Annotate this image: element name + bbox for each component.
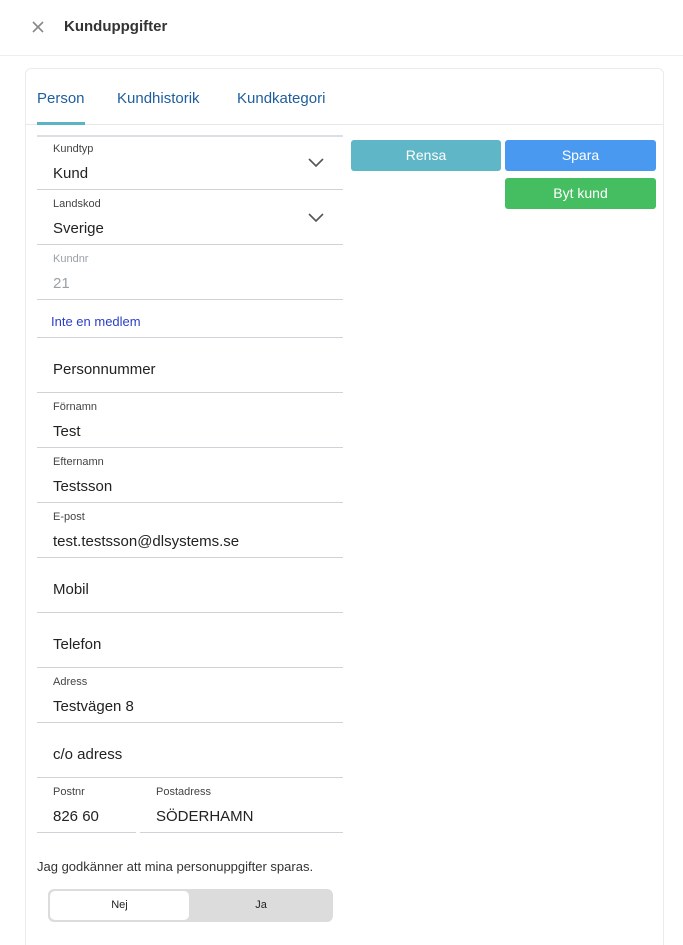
landskod-label: Landskod [53, 198, 101, 210]
postnr-field[interactable]: Postnr 826 60 [37, 778, 136, 833]
adress-field[interactable]: Adress Testvägen 8 [37, 668, 343, 723]
kundtyp-select[interactable]: Kundtyp Kund [37, 135, 343, 190]
tab-bar: Person Kundhistorik Kundkategori [26, 69, 663, 125]
consent-text: Jag godkänner att mina personuppgifter s… [37, 859, 314, 874]
chevron-down-icon[interactable] [307, 212, 325, 224]
postadress-label: Postadress [156, 786, 212, 798]
co-adress-placeholder: c/o adress [53, 746, 123, 763]
fornamn-value: Test [53, 423, 81, 440]
membership-link[interactable]: Inte en medlem [51, 314, 141, 329]
tab-kundhistorik[interactable]: Kundhistorik [117, 90, 200, 107]
page-title: Kunduppgifter [64, 18, 168, 35]
co-adress-field[interactable]: c/o adress [37, 723, 343, 778]
kundnr-label: Kundnr [53, 253, 89, 265]
fornamn-field[interactable]: Förnamn Test [37, 393, 343, 448]
personnummer-field[interactable]: Personnummer [37, 338, 343, 393]
postnr-value: 826 60 [53, 808, 99, 825]
byt-kund-button[interactable]: Byt kund [505, 178, 656, 209]
postadress-field[interactable]: Postadress SÖDERHAMN [140, 778, 343, 833]
postnr-label: Postnr [53, 786, 85, 798]
landskod-value: Sverige [53, 220, 104, 237]
spara-button[interactable]: Spara [505, 140, 656, 171]
efternamn-label: Efternamn [53, 456, 104, 468]
adress-value: Testvägen 8 [53, 698, 134, 715]
telefon-field[interactable]: Telefon [37, 613, 343, 668]
header: Kunduppgifter [0, 0, 683, 56]
postadress-value: SÖDERHAMN [156, 808, 254, 825]
consent-option-ja[interactable]: Ja [191, 891, 331, 920]
kundtyp-label: Kundtyp [53, 143, 94, 155]
consent-option-nej[interactable]: Nej [50, 891, 189, 920]
close-icon[interactable] [28, 16, 48, 38]
consent-toggle: Nej Ja [48, 889, 333, 922]
customer-card: Person Kundhistorik Kundkategori Kundtyp… [25, 68, 664, 945]
efternamn-field[interactable]: Efternamn Testsson [37, 448, 343, 503]
email-value: test.testsson@dlsystems.se [53, 533, 240, 550]
efternamn-value: Testsson [53, 478, 113, 495]
tab-person[interactable]: Person [37, 90, 85, 107]
active-tab-indicator [37, 122, 85, 125]
email-label: E-post [53, 511, 85, 523]
tab-kundkategori[interactable]: Kundkategori [237, 90, 325, 107]
chevron-down-icon[interactable] [307, 157, 325, 169]
rensa-button[interactable]: Rensa [351, 140, 501, 171]
membership-row: Inte en medlem [37, 300, 343, 338]
landskod-select[interactable]: Landskod Sverige [37, 190, 343, 245]
mobil-placeholder: Mobil [53, 581, 89, 598]
adress-label: Adress [53, 676, 88, 688]
telefon-placeholder: Telefon [53, 636, 102, 653]
kundnr-field: Kundnr 21 [37, 245, 343, 300]
fornamn-label: Förnamn [53, 401, 98, 413]
kundnr-value: 21 [53, 275, 70, 292]
personnummer-placeholder: Personnummer [53, 361, 156, 378]
kundtyp-value: Kund [53, 165, 89, 182]
mobil-field[interactable]: Mobil [37, 558, 343, 613]
email-field[interactable]: E-post test.testsson@dlsystems.se [37, 503, 343, 558]
